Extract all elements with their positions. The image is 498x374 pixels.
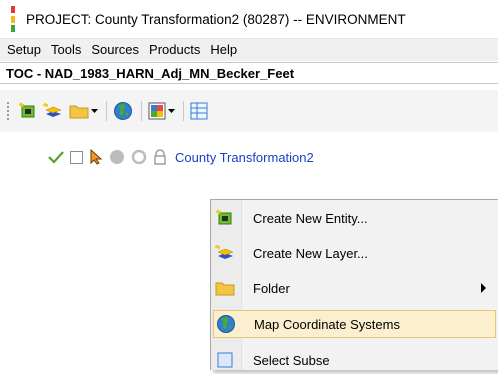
checkbox[interactable] [70, 150, 83, 164]
menu-tools[interactable]: Tools [46, 39, 86, 61]
project-row[interactable]: County Transformation2 [48, 146, 320, 168]
toolbar-separator [141, 101, 142, 121]
menu-item-create-new-layer[interactable]: Create New Layer... [213, 239, 496, 267]
raster-icon [148, 102, 166, 120]
menu-sources[interactable]: Sources [86, 39, 144, 61]
globe-icon [214, 314, 238, 334]
menu-item-folder[interactable]: Folder [213, 274, 496, 302]
project-label[interactable]: County Transformation2 [175, 150, 314, 165]
checkmark-icon[interactable] [48, 150, 64, 164]
menu-item-label: Folder [253, 280, 290, 296]
submenu-arrow-icon [481, 283, 486, 293]
select-icon [213, 351, 237, 369]
app-icon [8, 6, 18, 32]
menu-bar: Setup Tools Sources Products Help [0, 39, 498, 61]
new-layer-icon [213, 244, 237, 262]
context-menu: Create New Entity... Create New Layer...… [210, 199, 498, 370]
menu-item-label: Select Subse [253, 352, 330, 368]
new-entity-icon [213, 209, 237, 227]
toolbar-separator [183, 101, 184, 121]
title-bar: PROJECT: County Transformation2 (80287) … [0, 0, 498, 39]
raster-button[interactable] [148, 102, 175, 120]
filled-circle-icon[interactable] [109, 149, 125, 165]
ring-circle-icon[interactable] [131, 149, 147, 165]
toolbar [0, 90, 498, 132]
table-button[interactable] [190, 102, 208, 120]
chevron-down-icon[interactable] [168, 108, 175, 114]
toolbar-separator [106, 101, 107, 121]
globe-icon [113, 101, 133, 121]
new-entity-icon [19, 102, 37, 120]
table-icon [190, 102, 208, 120]
lock-icon[interactable] [153, 149, 167, 165]
menu-item-label: Map Coordinate Systems [254, 316, 400, 332]
menu-setup[interactable]: Setup [0, 39, 46, 61]
window-title: PROJECT: County Transformation2 (80287) … [26, 11, 406, 27]
menu-item-label: Create New Layer... [253, 245, 368, 261]
menu-products[interactable]: Products [144, 39, 205, 61]
menu-item-select-subset[interactable]: Select Subse [213, 346, 496, 374]
folder-icon [69, 103, 89, 119]
chevron-down-icon[interactable] [91, 108, 98, 114]
menu-help[interactable]: Help [205, 39, 242, 61]
coordinate-systems-button[interactable] [113, 101, 133, 121]
folder-button[interactable] [69, 103, 98, 119]
folder-icon [213, 280, 237, 296]
toc-header: TOC - NAD_1983_HARN_Adj_MN_Becker_Feet [0, 62, 498, 84]
new-layer-button[interactable] [43, 102, 63, 120]
menu-item-create-new-entity[interactable]: Create New Entity... [213, 204, 496, 232]
menu-item-map-coordinate-systems[interactable]: Map Coordinate Systems [213, 310, 496, 338]
toolbar-grip[interactable] [7, 102, 9, 120]
new-layer-icon [43, 102, 63, 120]
cursor-arrow-icon[interactable] [89, 149, 103, 165]
menu-item-label: Create New Entity... [253, 210, 368, 226]
new-entity-button[interactable] [19, 102, 37, 120]
